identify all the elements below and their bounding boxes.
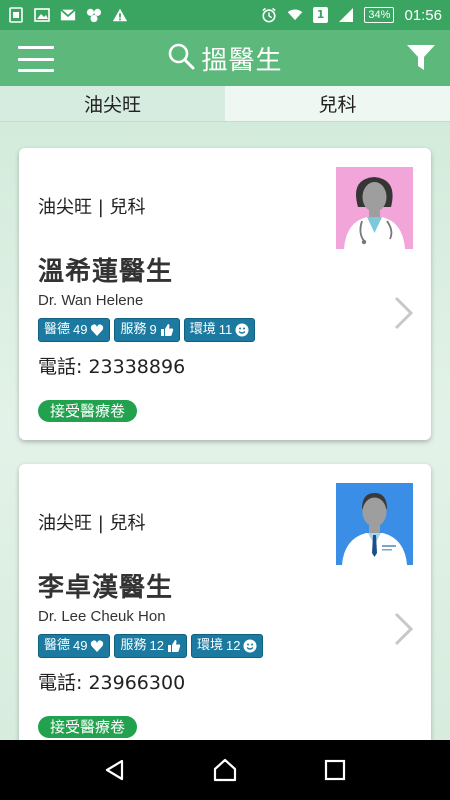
badge-label: 醫德 bbox=[44, 638, 71, 653]
doctor-district: 油尖旺 bbox=[38, 513, 92, 534]
doctor-avatar bbox=[336, 483, 413, 565]
badge-value: 9 bbox=[149, 322, 157, 337]
doctor-phone: 電話: 23966300 bbox=[38, 668, 185, 695]
doctor-location: 油尖旺 | 兒科 bbox=[38, 193, 146, 219]
phone-number[interactable]: 23338896 bbox=[88, 356, 185, 378]
signal-icon bbox=[338, 7, 354, 23]
doctor-name-zh: 溫希蓮醫生 bbox=[38, 257, 174, 287]
badge-value: 11 bbox=[218, 322, 233, 337]
clock: 01:56 bbox=[404, 6, 442, 24]
doctor-name-en: Dr. Lee Cheuk Hon bbox=[38, 608, 166, 625]
service-badge: 服務 9 bbox=[114, 318, 180, 342]
filter-tabs: 油尖旺 兒科 bbox=[0, 86, 450, 122]
doctor-name-en: Dr. Wan Helene bbox=[38, 292, 144, 309]
thumbs-up-icon bbox=[167, 639, 181, 653]
chevron-right-icon[interactable] bbox=[393, 296, 415, 330]
badge-label: 環境 bbox=[196, 638, 223, 653]
service-badge: 服務 12 bbox=[114, 634, 187, 658]
badge-label: 服務 bbox=[120, 322, 147, 337]
separator: | bbox=[97, 197, 104, 218]
voucher-badge: 接受醫療卷 bbox=[38, 716, 138, 738]
badge-value: 12 bbox=[149, 638, 164, 653]
search-icon[interactable] bbox=[167, 42, 195, 74]
doctor-district: 油尖旺 bbox=[38, 197, 92, 218]
ethics-badge: 醫德 49 bbox=[38, 318, 111, 342]
phone-number[interactable]: 23966300 bbox=[88, 672, 185, 694]
battery-icon: 34% bbox=[364, 7, 395, 23]
badge-value: 49 bbox=[73, 322, 88, 337]
chevron-right-icon[interactable] bbox=[393, 612, 415, 646]
rating-badges: 醫德 49 服務 9 環境 11 bbox=[38, 318, 256, 342]
doctor-list[interactable]: 油尖旺 | 兒科 溫希蓮醫生 Dr. Wan Helene 醫德 49 服務 9… bbox=[0, 122, 450, 740]
menu-icon[interactable] bbox=[18, 46, 54, 72]
doctor-card[interactable]: 油尖旺 | 兒科 溫希蓮醫生 Dr. Wan Helene 醫德 49 服務 9… bbox=[19, 148, 431, 440]
environment-badge: 環境 12 bbox=[190, 634, 264, 658]
app-icon bbox=[86, 7, 102, 23]
doctor-name-zh: 李卓漢醫生 bbox=[38, 573, 174, 603]
sim-indicator: 1 bbox=[312, 7, 329, 23]
badge-value: 12 bbox=[225, 638, 241, 653]
alarm-icon bbox=[261, 7, 277, 23]
smile-icon bbox=[235, 323, 249, 337]
back-icon[interactable] bbox=[100, 755, 130, 785]
notification-icon bbox=[8, 7, 24, 23]
image-icon bbox=[34, 7, 50, 23]
badge-label: 醫德 bbox=[44, 322, 71, 337]
warning-icon bbox=[112, 7, 128, 23]
doctor-phone: 電話: 23338896 bbox=[38, 352, 185, 379]
smile-icon bbox=[243, 639, 257, 653]
home-icon[interactable] bbox=[210, 755, 240, 785]
doctor-avatar bbox=[336, 167, 413, 249]
nav-bar bbox=[0, 740, 450, 800]
doctor-specialty: 兒科 bbox=[109, 513, 146, 534]
tab-specialty[interactable]: 兒科 bbox=[225, 86, 450, 122]
voucher-badge: 接受醫療卷 bbox=[38, 400, 138, 422]
status-bar: 1 34% 01:56 bbox=[0, 0, 450, 30]
phone-label: 電話: bbox=[38, 356, 83, 378]
status-left bbox=[8, 7, 128, 23]
wifi-icon bbox=[287, 7, 303, 23]
phone-label: 電話: bbox=[38, 672, 83, 694]
doctor-location: 油尖旺 | 兒科 bbox=[38, 509, 146, 535]
gmail-icon bbox=[60, 7, 76, 23]
doctor-specialty: 兒科 bbox=[109, 197, 146, 218]
badge-label: 服務 bbox=[120, 638, 147, 653]
environment-badge: 環境 11 bbox=[183, 318, 256, 342]
status-right: 1 34% 01:56 bbox=[261, 7, 442, 24]
filter-icon[interactable] bbox=[406, 44, 436, 72]
recents-icon[interactable] bbox=[320, 755, 350, 785]
thumbs-up-icon bbox=[160, 323, 174, 337]
app-title: 搵醫生 bbox=[201, 45, 283, 76]
ethics-badge: 醫德 49 bbox=[38, 634, 111, 658]
badge-value: 49 bbox=[73, 638, 88, 653]
doctor-card[interactable]: 油尖旺 | 兒科 李卓漢醫生 Dr. Lee Cheuk Hon 醫德 49 服… bbox=[19, 464, 431, 740]
separator: | bbox=[97, 513, 104, 534]
heart-icon bbox=[90, 639, 104, 653]
app-bar: 搵醫生 bbox=[0, 30, 450, 86]
heart-icon bbox=[90, 323, 104, 337]
rating-badges: 醫德 49 服務 12 環境 12 bbox=[38, 634, 264, 658]
badge-label: 環境 bbox=[189, 322, 216, 337]
app-title-wrap: 搵醫生 bbox=[167, 40, 282, 77]
tab-district[interactable]: 油尖旺 bbox=[0, 86, 225, 122]
